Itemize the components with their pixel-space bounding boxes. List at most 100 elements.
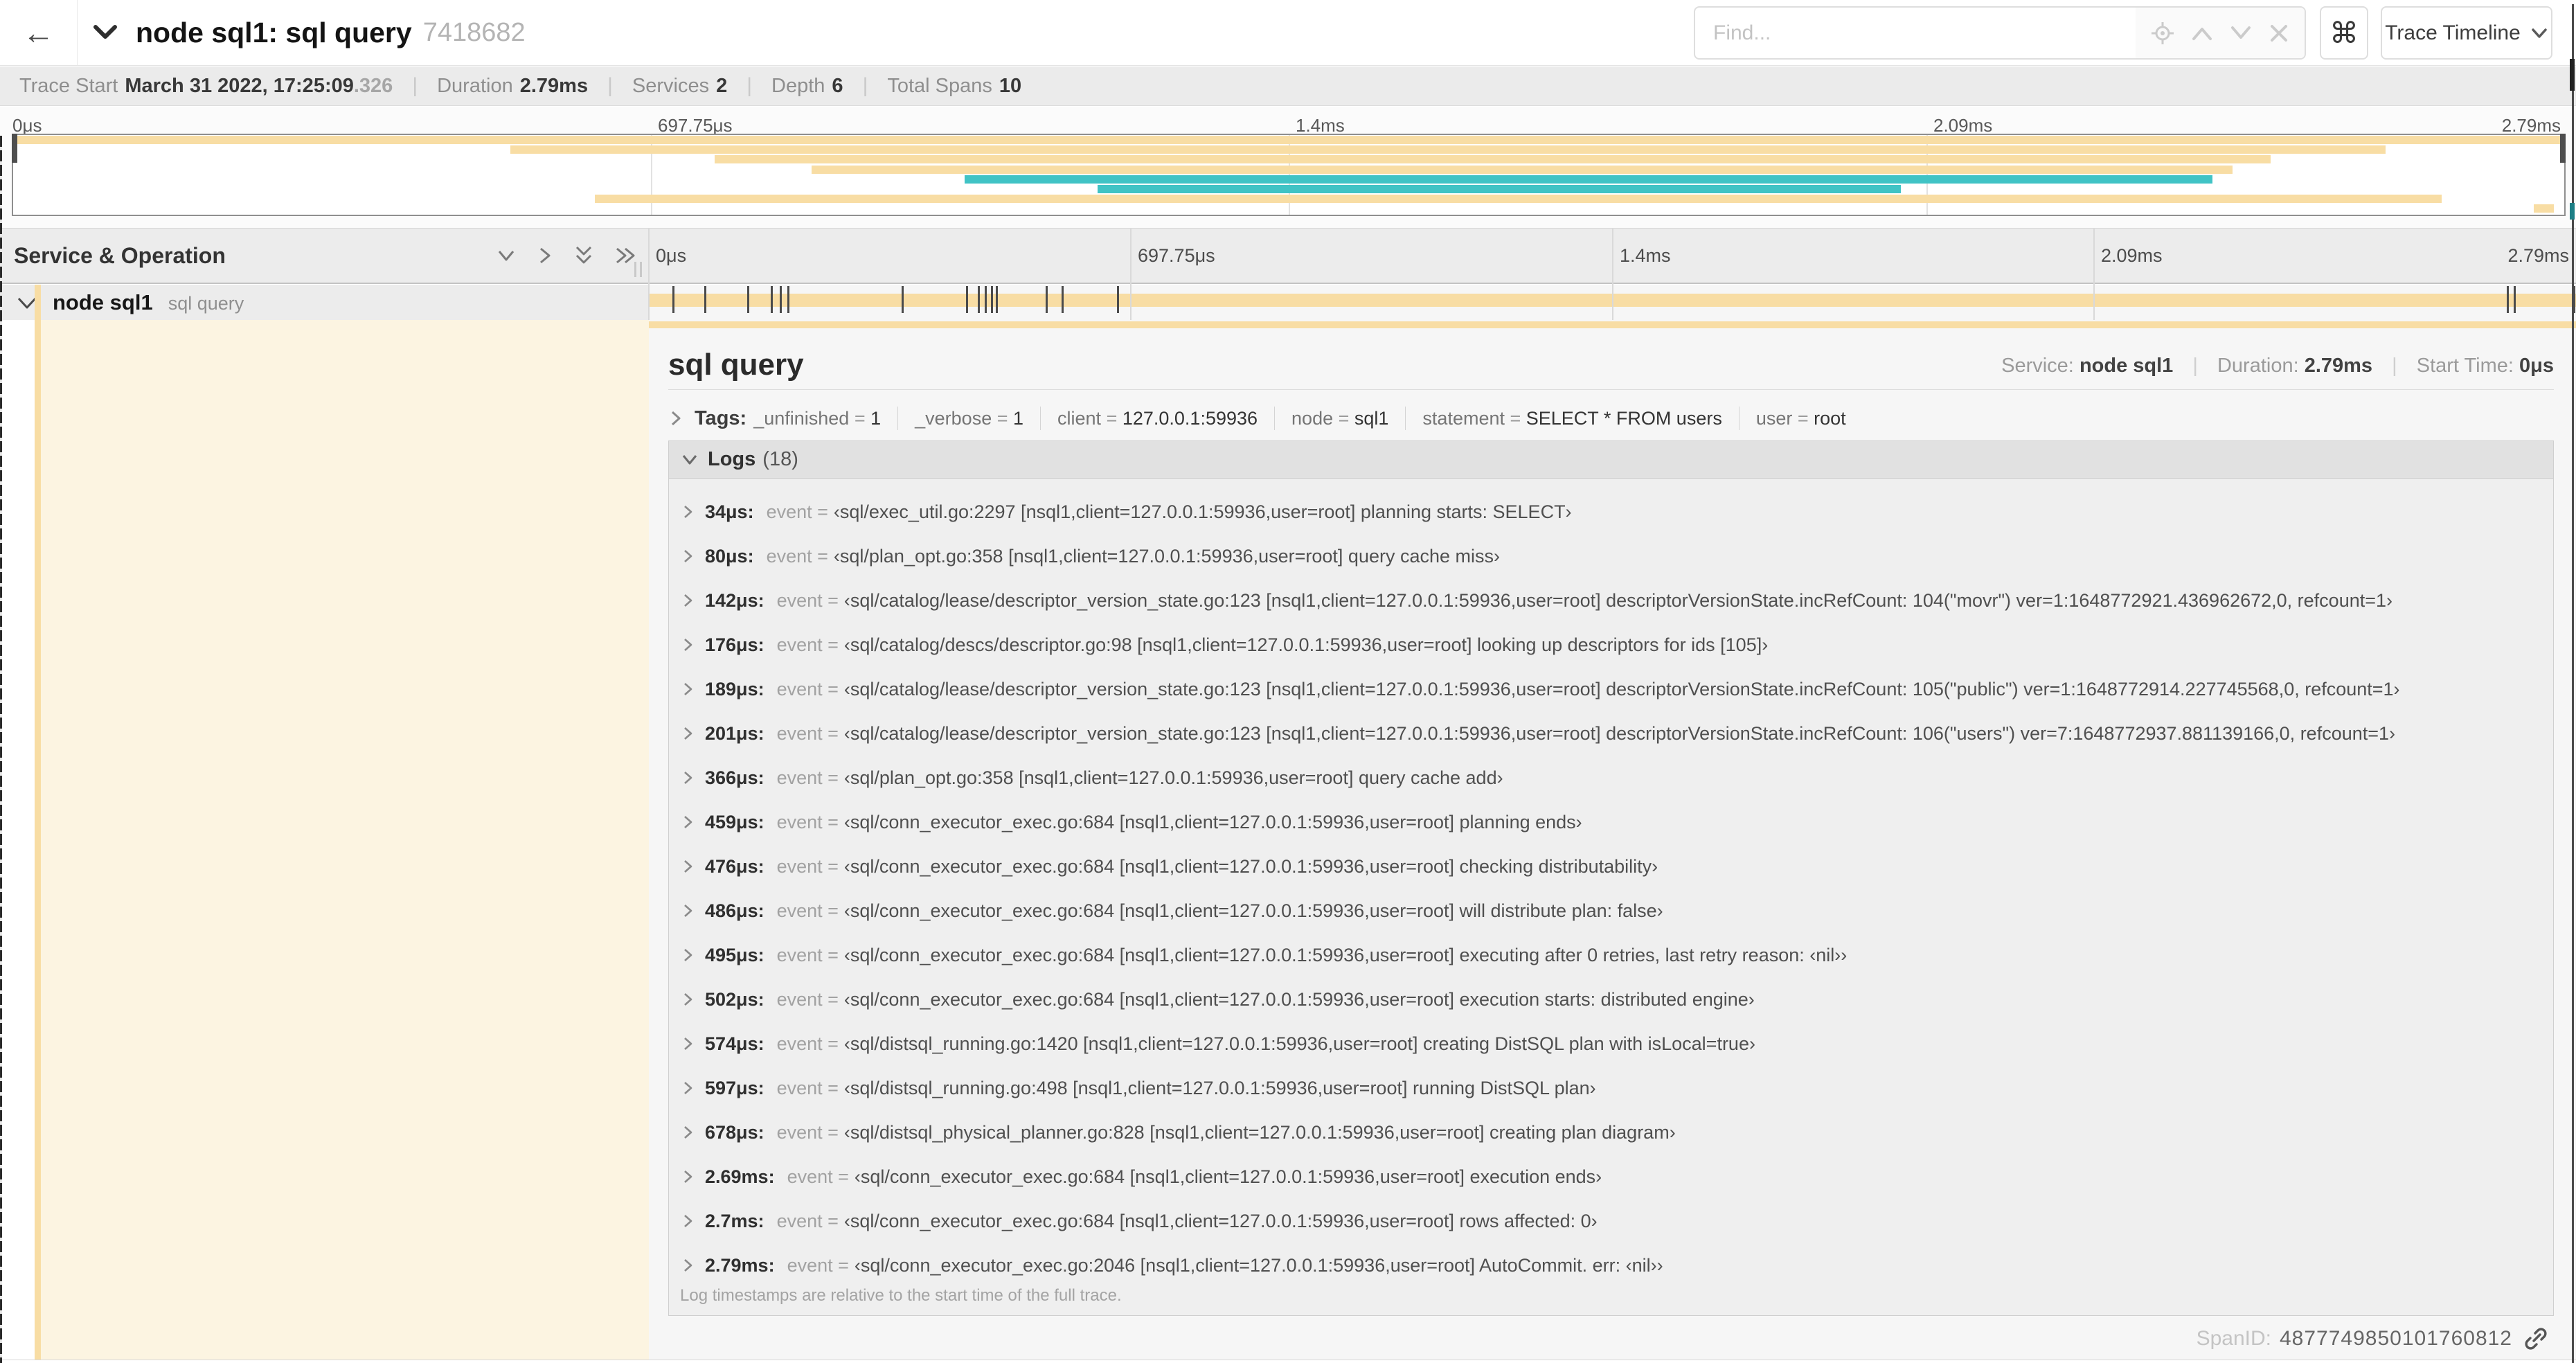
minimap-span	[510, 145, 2386, 154]
find-box	[1694, 6, 2306, 60]
tick-label-1: 697.75μs	[1138, 244, 1215, 266]
tick-label-4: 2.79ms	[2507, 244, 2569, 266]
service-operation-header: Service & Operation	[14, 242, 226, 268]
log-entry[interactable]: 176μs: event = ‹sql/catalog/descs/descript…	[669, 623, 2553, 667]
tick-label-0: 0μs	[656, 244, 687, 266]
start-time-label: Start Time:	[2416, 355, 2514, 377]
log-entry[interactable]: 574μs: event = ‹sql/distsql_running.go:142…	[669, 1022, 2553, 1066]
tag-item: node = sql1	[1291, 407, 1389, 429]
deep-link-icon[interactable]	[2523, 1326, 2548, 1351]
log-entry[interactable]: 201μs: event = ‹sql/catalog/lease/descript…	[669, 711, 2553, 756]
span-bar[interactable]	[649, 294, 2576, 307]
minimap-span	[965, 175, 2212, 184]
tick-label-3: 2.09ms	[2101, 244, 2163, 266]
depth-value: 6	[832, 74, 843, 97]
duration-value: 2.79ms	[2304, 355, 2373, 377]
collapse-all-icon[interactable]	[572, 244, 596, 267]
duration-label: Duration	[437, 74, 513, 97]
log-entry[interactable]: 502μs: event = ‹sql/conn_executor_exec.go:…	[669, 977, 2553, 1022]
right-edge-teal-mark	[2570, 203, 2575, 220]
span-id-row: SpanID: 4877749850101760812	[2197, 1326, 2548, 1351]
find-suffix	[2136, 8, 2305, 58]
minimap-span	[13, 136, 2564, 144]
collapse-one-icon[interactable]	[494, 247, 518, 265]
trace-id: 7418682	[422, 17, 526, 47]
detail-row-name-column	[41, 320, 649, 1360]
page-title: node sql1: sql query 7418682	[136, 16, 526, 48]
prev-result-icon[interactable]	[2190, 24, 2214, 42]
minimap-left-scrubber[interactable]	[12, 134, 17, 163]
log-entry[interactable]: 189μs: event = ‹sql/catalog/lease/descript…	[669, 667, 2553, 711]
span-detail-accent	[649, 321, 2576, 328]
log-entry[interactable]: 142μs: event = ‹sql/catalog/lease/descript…	[669, 578, 2553, 623]
scrollbar-thumb[interactable]	[2570, 59, 2575, 91]
log-entry[interactable]: 597μs: event = ‹sql/distsql_running.go:498…	[669, 1066, 2553, 1110]
next-result-icon[interactable]	[2229, 24, 2253, 42]
logs-count: (18)	[762, 448, 798, 470]
collapse-trace-chevron-icon[interactable]	[91, 23, 119, 46]
tag-item: _verbose = 1	[915, 407, 1024, 429]
total-spans-label: Total Spans	[887, 74, 992, 97]
trace-view-select[interactable]: Trace Timeline	[2381, 6, 2552, 60]
tag-item: client = 127.0.0.1:59936	[1057, 407, 1258, 429]
minimap-span	[715, 155, 2271, 164]
logs-chevron-icon	[682, 454, 697, 464]
tick-label-2: 1.4ms	[1620, 244, 1671, 266]
log-entry[interactable]: 366μs: event = ‹sql/plan_opt.go:358 [nsql1…	[669, 756, 2553, 800]
duration-value: 2.79ms	[519, 74, 589, 97]
log-entry[interactable]: 2.69ms: event = ‹sql/conn_executor_exec.go…	[669, 1155, 2553, 1199]
trace-start-label: Trace Start	[19, 74, 118, 97]
chevron-down-icon	[2532, 28, 2547, 38]
trace-minimap: 0μs 697.75μs 1.4ms 2.09ms 2.79ms	[0, 107, 2576, 228]
total-spans-value: 10	[999, 74, 1022, 97]
back-arrow-icon: ←	[22, 15, 55, 51]
log-entry[interactable]: 459μs: event = ‹sql/conn_executor_exec.go:…	[669, 800, 2553, 844]
tag-item: _unfinished = 1	[753, 407, 882, 429]
trace-info-bar: Trace Start March 31 2022, 17:25:09.326 …	[0, 66, 2576, 106]
log-entry[interactable]: 80μs: event = ‹sql/plan_opt.go:358 [nsql1,…	[669, 534, 2553, 578]
timeline-header: Service & Operation 0μs 697.75μs 1.4ms 2…	[0, 228, 2576, 284]
log-entry[interactable]: 2.79ms: event = ‹sql/conn_executor_exec.go…	[669, 1243, 2553, 1288]
span-service-name: node sql1	[53, 290, 153, 314]
tags-row[interactable]: Tags: _unfinished = 1 _verbose = 1 client …	[668, 400, 1846, 436]
command-icon: ⌘	[2329, 17, 2359, 49]
clear-find-icon[interactable]	[2269, 23, 2289, 44]
span-id-value: 4877749850101760812	[2279, 1327, 2512, 1350]
log-entry[interactable]: 476μs: event = ‹sql/conn_executor_exec.go:…	[669, 844, 2553, 889]
log-entry[interactable]: 2.7ms: event = ‹sql/conn_executor_exec.go:…	[669, 1199, 2553, 1243]
log-entry[interactable]: 486μs: event = ‹sql/conn_executor_exec.go:…	[669, 889, 2553, 933]
minimap-canvas[interactable]	[12, 134, 2566, 216]
log-entry[interactable]: 678μs: event = ‹sql/distsql_physical_plann…	[669, 1110, 2553, 1155]
span-row-timeline[interactable]	[649, 285, 2576, 320]
span-operation-name: sql query	[168, 293, 244, 314]
minimap-span	[812, 165, 2233, 174]
back-button[interactable]: ←	[0, 0, 78, 65]
log-entry[interactable]: 34μs: event = ‹sql/exec_util.go:2297 [nsql…	[669, 490, 2553, 534]
tags-chevron-icon	[671, 411, 681, 426]
service-value: node sql1	[2079, 355, 2174, 377]
locate-icon[interactable]	[2151, 21, 2174, 45]
span-detail-overview: Service: node sql1 | Duration: 2.79ms | …	[2001, 355, 2554, 377]
duration-label: Duration:	[2217, 355, 2299, 377]
service-label: Service:	[2001, 355, 2074, 377]
span-id-label: SpanID:	[2196, 1327, 2271, 1350]
logs-header[interactable]: Logs (18)	[669, 441, 2553, 479]
minimap-span	[2533, 204, 2555, 213]
tags-label: Tags:	[695, 407, 747, 429]
minimap-right-scrubber[interactable]	[2560, 134, 2566, 163]
services-label: Services	[632, 74, 710, 97]
column-resizer[interactable]	[634, 262, 642, 277]
trace-start-value: March 31 2022, 17:25:09.326	[125, 74, 393, 97]
expand-one-icon[interactable]	[536, 245, 554, 266]
log-entry[interactable]: 495μs: event = ‹sql/conn_executor_exec.go:…	[669, 933, 2553, 977]
left-window-edge	[0, 136, 2, 1363]
find-input[interactable]	[1695, 8, 2136, 58]
depth-label: Depth	[771, 74, 825, 97]
tag-item: statement = SELECT * FROM users	[1422, 407, 1722, 429]
minimap-span	[594, 195, 2442, 204]
span-detail-panel: sql query Service: node sql1 | Duration:…	[649, 320, 2576, 1360]
keyboard-shortcuts-button[interactable]: ⌘	[2320, 6, 2368, 60]
logs-label: Logs	[708, 448, 756, 470]
services-value: 2	[716, 74, 728, 97]
span-row-name[interactable]: node sql1 sql query	[0, 285, 649, 320]
